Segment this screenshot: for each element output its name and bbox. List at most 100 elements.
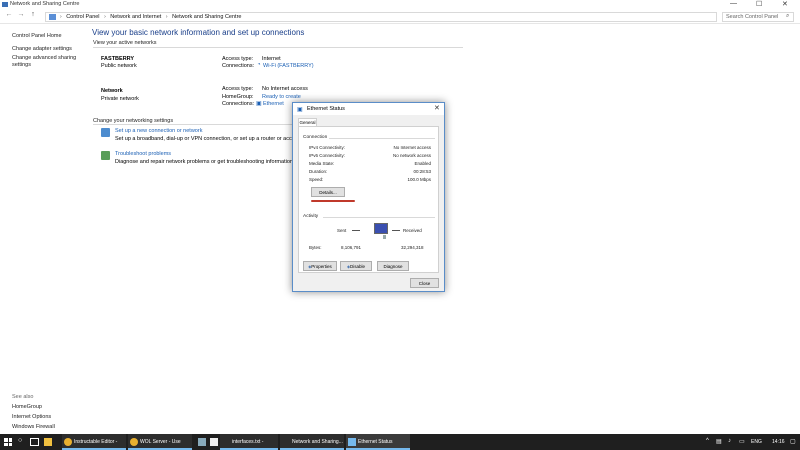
access-type-value: Internet bbox=[262, 56, 281, 62]
ethernet-connection-link[interactable]: Ethernet bbox=[263, 101, 284, 107]
maximize-button[interactable]: ☐ bbox=[756, 0, 762, 8]
divider bbox=[93, 47, 463, 48]
windows-start-icon[interactable] bbox=[4, 438, 12, 446]
row-label: Media State: bbox=[309, 161, 335, 166]
chrome-icon bbox=[64, 438, 72, 446]
wifi-icon: ◔ bbox=[257, 62, 261, 68]
network-category: Private network bbox=[101, 96, 139, 102]
change-advanced-sharing-link-cont[interactable]: settings bbox=[12, 62, 31, 68]
window-title-bar: Network and Sharing Centre — ☐ ✕ bbox=[0, 0, 800, 10]
access-type-value: No Internet access bbox=[262, 86, 308, 92]
connection-heading: Connection bbox=[303, 135, 328, 140]
connections-label: Connections: bbox=[222, 63, 255, 69]
chrome-icon bbox=[130, 438, 138, 446]
disable-button[interactable]: ◈Disable bbox=[340, 261, 372, 271]
connections-label: Connections: bbox=[222, 101, 255, 107]
network-activity-icon bbox=[374, 223, 388, 234]
wifi-connection-link[interactable]: Wi-Fi (FASTBERRY) bbox=[263, 63, 314, 69]
sent-label: Sent bbox=[337, 228, 347, 233]
change-advanced-sharing-link[interactable]: Change advanced sharing bbox=[12, 55, 76, 61]
volume-icon[interactable]: ♪ bbox=[728, 438, 731, 444]
taskbar-item[interactable]: interfaces.txt - Notep... bbox=[220, 434, 278, 450]
language-indicator[interactable]: ENG bbox=[751, 439, 762, 445]
breadcrumb-control-panel[interactable]: Control Panel bbox=[66, 13, 99, 21]
close-button[interactable]: ✕ bbox=[782, 0, 788, 8]
network-name: FASTBERRY bbox=[101, 56, 135, 62]
minimize-button[interactable]: — bbox=[730, 0, 737, 7]
dialog-title: Ethernet Status bbox=[307, 106, 345, 112]
chevron-up-icon[interactable]: ^ bbox=[706, 438, 709, 444]
file-explorer-icon[interactable] bbox=[44, 438, 52, 446]
row-value: No network access bbox=[392, 153, 431, 158]
control-panel-icon bbox=[49, 14, 56, 20]
dialog-panel: Connection IPv4 Connectivity: No Interne… bbox=[298, 126, 439, 273]
troubleshoot-icon bbox=[101, 151, 110, 160]
see-also-heading: See also bbox=[12, 394, 34, 400]
setup-connection-link[interactable]: Set up a new connection or network bbox=[115, 128, 202, 134]
taskbar-item[interactable]: Network and Sharing... bbox=[280, 434, 344, 450]
clock[interactable]: 14:16 bbox=[772, 439, 785, 445]
app-icon[interactable] bbox=[210, 438, 218, 446]
homegroup-link[interactable]: HomeGroup bbox=[12, 404, 42, 410]
taskbar: ○ Instructable Editor - G... WOL Server … bbox=[0, 434, 800, 450]
access-type-label: Access type: bbox=[222, 56, 254, 62]
troubleshoot-desc: Diagnose and repair network problems or … bbox=[115, 159, 295, 165]
divider bbox=[93, 124, 293, 125]
up-arrow-icon[interactable]: ↑ bbox=[28, 11, 38, 18]
row-label: IPv4 Connectivity: bbox=[309, 145, 346, 150]
sent-line bbox=[352, 230, 360, 231]
details-button[interactable]: Details... bbox=[311, 187, 345, 197]
received-line bbox=[392, 230, 400, 231]
row-label: Duration: bbox=[309, 169, 328, 174]
properties-button[interactable]: ◈Properties bbox=[303, 261, 337, 271]
battery-icon[interactable]: ▭ bbox=[739, 438, 745, 445]
properties-label: Properties bbox=[311, 264, 332, 269]
network-name: Network bbox=[101, 88, 123, 94]
network-category: Public network bbox=[101, 63, 137, 69]
row-value: No Internet access bbox=[393, 145, 431, 150]
row-value: Enabled bbox=[414, 161, 431, 166]
close-dialog-button[interactable]: Close bbox=[410, 278, 439, 288]
setup-connection-desc: Set up a broadband, dial-up or VPN conne… bbox=[115, 136, 292, 142]
steam-icon[interactable] bbox=[198, 438, 206, 446]
received-label: Received bbox=[403, 228, 422, 233]
divider bbox=[329, 138, 435, 139]
breadcrumb-separator-icon: › bbox=[60, 14, 62, 20]
app-icon bbox=[2, 2, 8, 7]
address-bar[interactable]: › Control Panel › Network and Internet ›… bbox=[45, 12, 717, 22]
bytes-sent-value: 8,106,791 bbox=[341, 245, 362, 250]
breadcrumb-network-sharing-centre[interactable]: Network and Sharing Centre bbox=[172, 13, 241, 21]
change-adapter-settings-link[interactable]: Change adapter settings bbox=[12, 46, 72, 52]
dialog-title-bar: ▣ Ethernet Status ✕ bbox=[293, 103, 444, 115]
row-label: Speed: bbox=[309, 177, 324, 182]
page-title: View your basic network information and … bbox=[92, 28, 305, 37]
window-title: Network and Sharing Centre bbox=[10, 1, 80, 7]
row-label: IPv6 Connectivity: bbox=[309, 153, 346, 158]
disable-label: Disable bbox=[350, 264, 366, 269]
control-panel-home-link[interactable]: Control Panel Home bbox=[12, 33, 62, 39]
breadcrumb-network-and-internet[interactable]: Network and Internet bbox=[110, 13, 161, 21]
bytes-label: Bytes: bbox=[309, 245, 322, 250]
back-arrow-icon[interactable]: ← bbox=[4, 11, 14, 18]
network-tray-icon[interactable]: ▤ bbox=[716, 438, 722, 445]
troubleshoot-link[interactable]: Troubleshoot problems bbox=[115, 151, 171, 157]
address-toolbar: ← → ↑ › Control Panel › Network and Inte… bbox=[0, 10, 800, 24]
notifications-icon[interactable]: ▢ bbox=[790, 438, 796, 445]
forward-arrow-icon[interactable]: → bbox=[16, 11, 26, 18]
diagnose-button[interactable]: Diagnose bbox=[377, 261, 409, 271]
task-view-icon[interactable] bbox=[30, 438, 39, 446]
activity-heading: Activity bbox=[303, 214, 319, 219]
active-networks-label: View your active networks bbox=[93, 40, 157, 46]
divider bbox=[323, 217, 435, 218]
network-activity-icon-stand bbox=[383, 235, 386, 239]
search-icon[interactable]: ○ bbox=[18, 437, 22, 444]
ethernet-icon bbox=[348, 438, 356, 446]
dialog-close-icon[interactable]: ✕ bbox=[434, 104, 440, 112]
new-connection-icon bbox=[101, 128, 110, 137]
search-input[interactable]: Search Control Panel bbox=[722, 12, 794, 22]
windows-firewall-link[interactable]: Windows Firewall bbox=[12, 424, 55, 430]
ethernet-status-dialog: ▣ Ethernet Status ✕ General Connection I… bbox=[292, 102, 445, 292]
search-icon[interactable]: ⌕ bbox=[786, 13, 789, 20]
homegroup-link[interactable]: Ready to create bbox=[262, 94, 301, 100]
internet-options-link[interactable]: Internet Options bbox=[12, 414, 51, 420]
